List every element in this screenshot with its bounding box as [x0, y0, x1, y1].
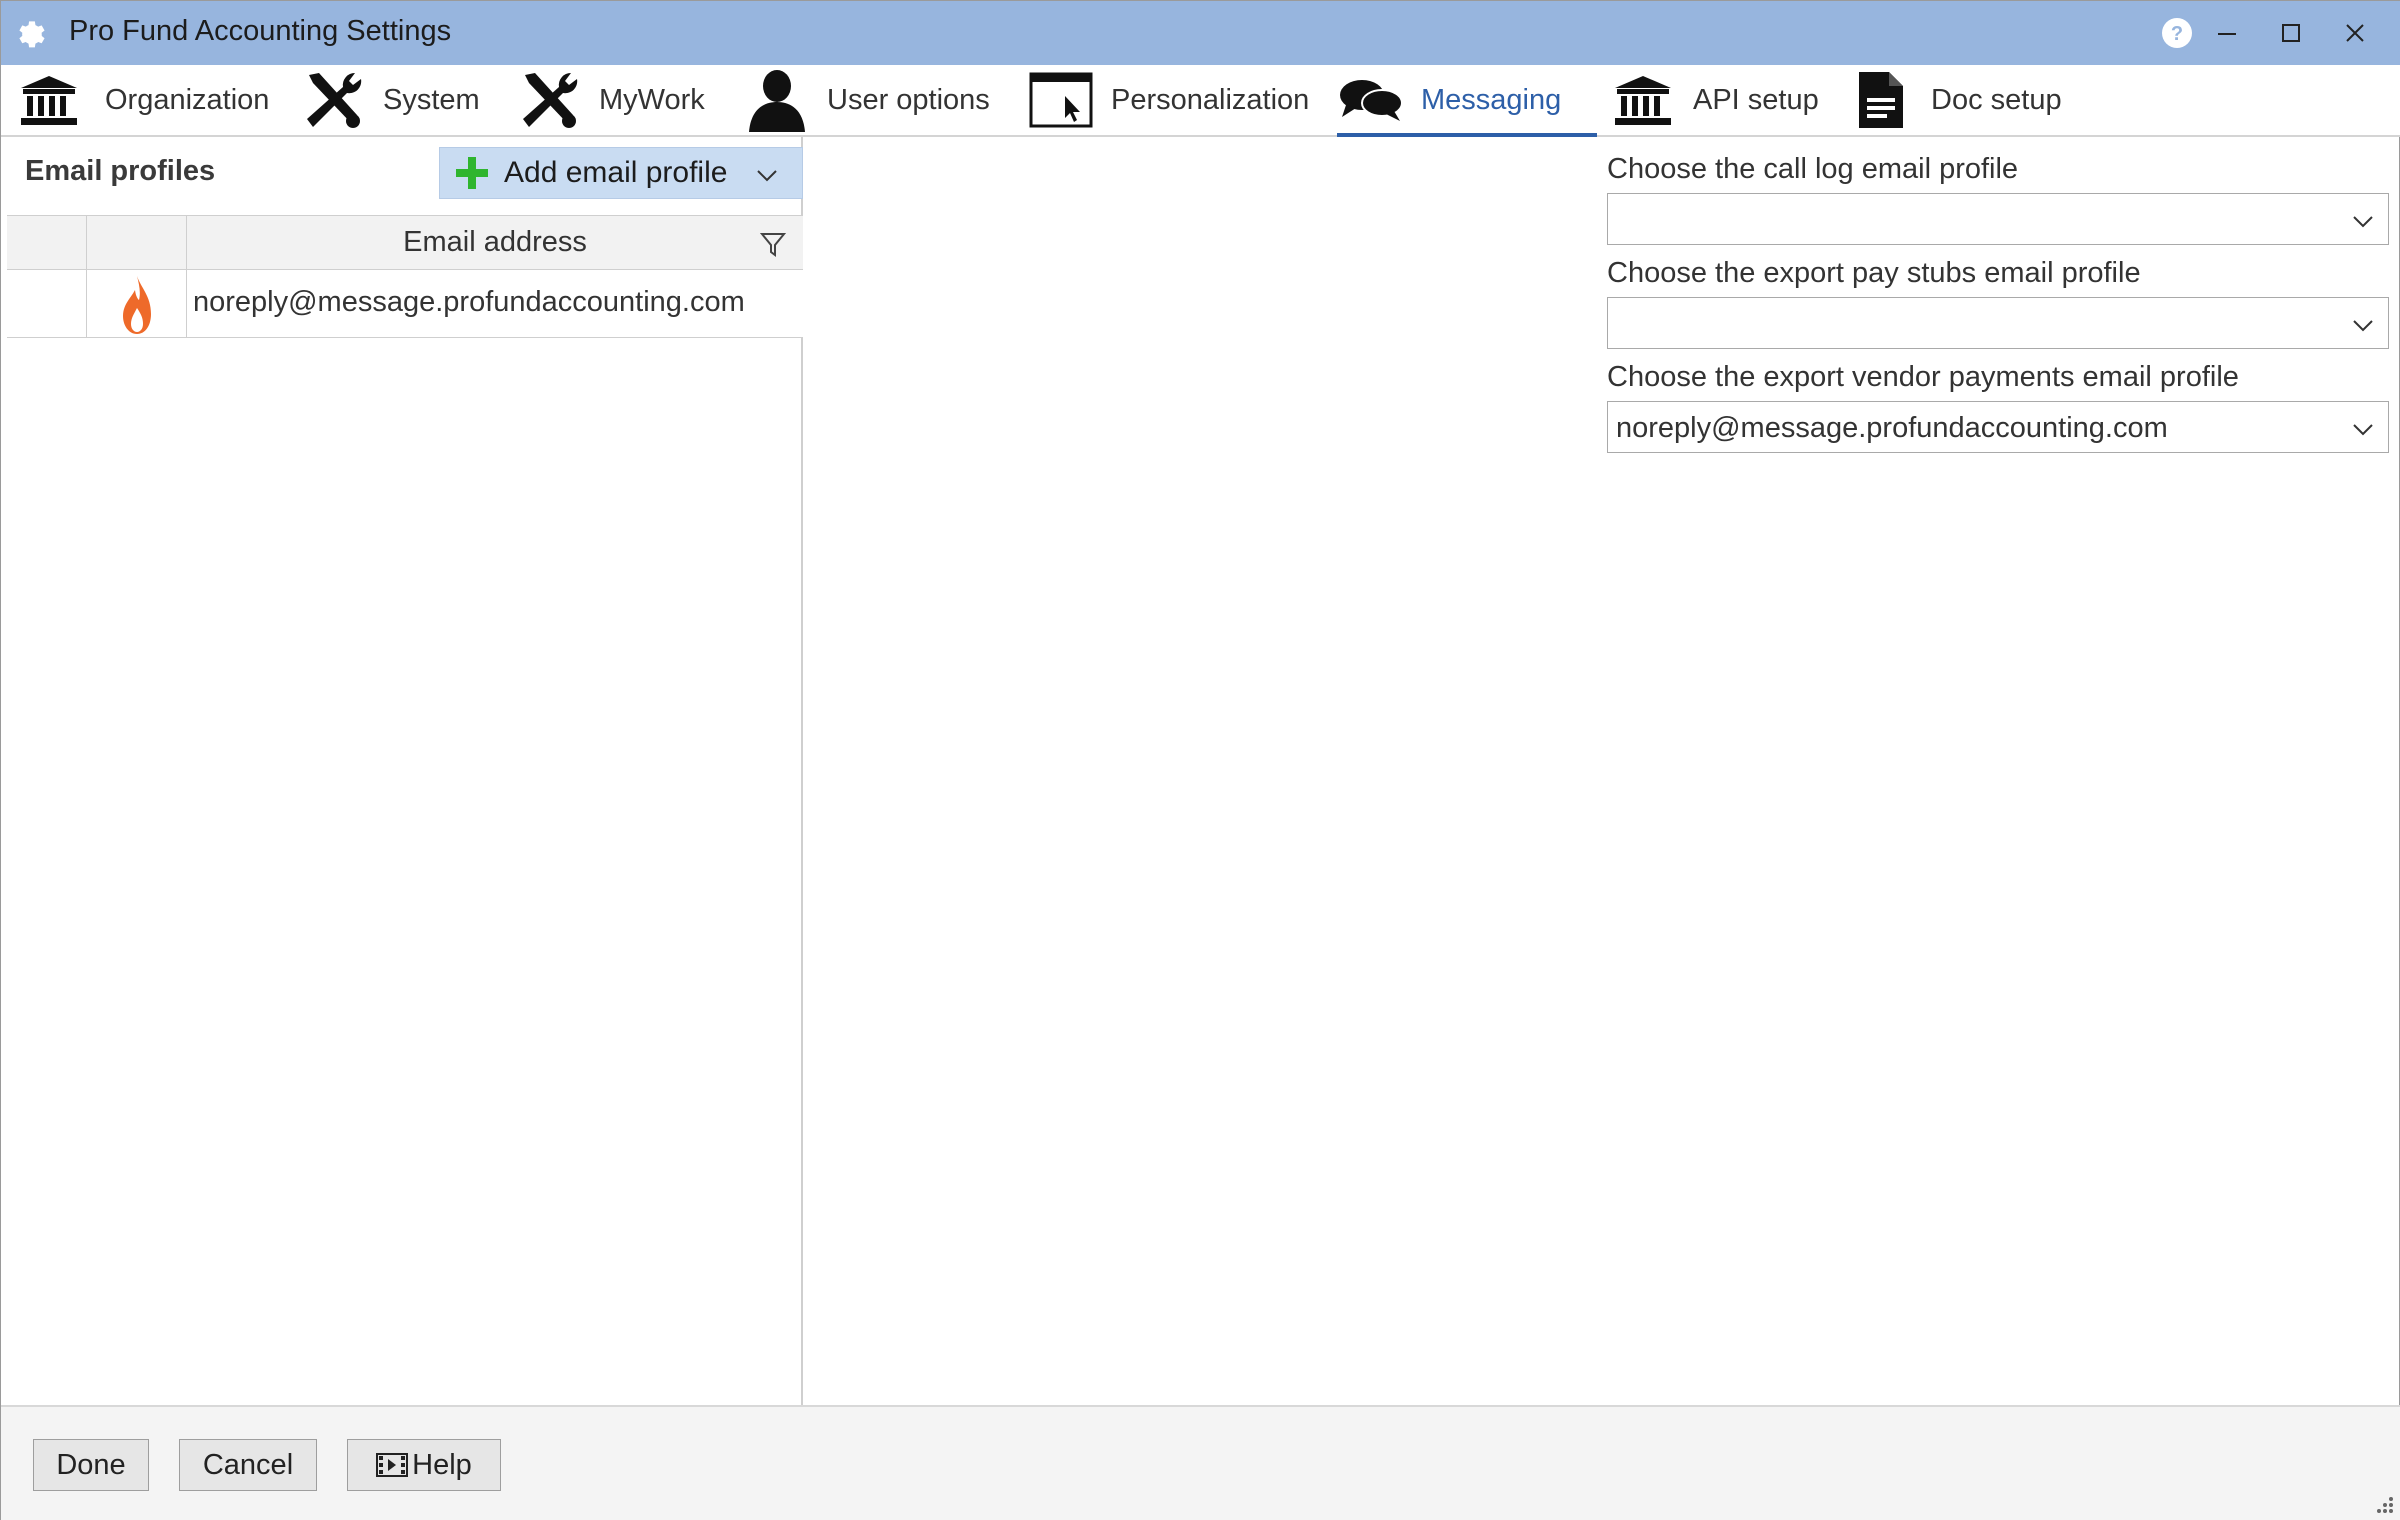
chevron-down-icon — [2353, 320, 2373, 332]
email-profiles-table: Email address noreply@message.profundacc… — [7, 215, 803, 338]
tab-personalization[interactable]: Personalization — [1027, 65, 1309, 135]
tab-mywork[interactable]: MyWork — [515, 65, 705, 135]
chat-bubbles-icon — [1337, 68, 1405, 132]
tab-label: Messaging — [1421, 83, 1562, 116]
column-header-icon[interactable] — [87, 216, 187, 269]
add-email-profile-label: Add email profile — [504, 156, 728, 189]
tab-api-setup[interactable]: API setup — [1609, 65, 1819, 135]
add-email-profile-button[interactable]: Add email profile — [439, 147, 803, 199]
column-header-email[interactable]: Email address — [187, 216, 803, 269]
table-row[interactable]: noreply@message.profundaccounting.com — [7, 270, 803, 338]
help-label: Help — [412, 1448, 472, 1481]
vendor-payments-select[interactable]: noreply@message.profundaccounting.com — [1607, 401, 2389, 453]
chevron-down-icon — [2353, 216, 2373, 228]
maximize-icon[interactable] — [2271, 13, 2311, 53]
bank-icon — [15, 68, 83, 132]
help-icon[interactable]: ? — [2157, 13, 2197, 53]
flame-icon — [123, 276, 151, 334]
document-icon — [1847, 68, 1915, 132]
tab-system[interactable]: System — [299, 65, 480, 135]
plus-icon — [456, 157, 488, 189]
tab-organization[interactable]: Organization — [15, 65, 269, 135]
video-help-icon — [376, 1453, 409, 1477]
email-address-cell: noreply@message.profundaccounting.com — [193, 286, 745, 318]
pay-stubs-label: Choose the export pay stubs email profil… — [1607, 257, 2141, 289]
help-button[interactable]: Help — [347, 1439, 501, 1491]
chevron-down-icon[interactable] — [754, 162, 780, 188]
tab-label: MyWork — [599, 83, 705, 116]
settings-window: Pro Fund Accounting Settings ? Organizat… — [0, 0, 2400, 1520]
vendor-payments-label: Choose the export vendor payments email … — [1607, 361, 2239, 393]
tools-icon — [299, 68, 367, 132]
pay-stubs-select[interactable] — [1607, 297, 2389, 349]
call-log-label: Choose the call log email profile — [1607, 153, 2019, 185]
table-header: Email address — [7, 216, 803, 270]
cancel-label: Cancel — [202, 1448, 294, 1481]
settings-tabs: Organization System MyWork User options … — [1, 65, 2400, 137]
tab-label: API setup — [1693, 83, 1819, 116]
tools-icon — [515, 68, 583, 132]
email-profiles-panel: Email profiles Add email profile Email a… — [7, 137, 803, 1405]
column-header-email-label: Email address — [403, 226, 587, 258]
cancel-button[interactable]: Cancel — [179, 1439, 317, 1491]
vendor-payments-value: noreply@message.profundaccounting.com — [1616, 412, 2168, 444]
done-button[interactable]: Done — [33, 1439, 149, 1491]
done-label: Done — [56, 1448, 126, 1481]
row-selector[interactable] — [7, 270, 87, 337]
close-icon[interactable] — [2335, 13, 2375, 53]
row-icon-cell — [87, 270, 187, 337]
dialog-footer: Done Cancel Help — [1, 1405, 2400, 1520]
tab-user-options[interactable]: User options — [743, 65, 990, 135]
resize-grip-icon[interactable] — [2373, 1493, 2395, 1515]
tab-doc-setup[interactable]: Doc setup — [1847, 65, 2062, 135]
tab-label: System — [383, 83, 480, 116]
tab-label: Personalization — [1111, 83, 1310, 116]
tab-messaging[interactable]: Messaging — [1337, 65, 1597, 137]
tab-label: Organization — [105, 83, 270, 116]
window-title: Pro Fund Accounting Settings — [69, 15, 452, 47]
user-icon — [743, 68, 811, 132]
window-cursor-icon — [1027, 68, 1095, 132]
email-profiles-title: Email profiles — [25, 155, 216, 187]
call-log-select[interactable] — [1607, 193, 2389, 245]
minimize-icon[interactable] — [2207, 13, 2247, 53]
tab-label: User options — [827, 83, 990, 116]
gear-icon — [19, 21, 45, 48]
svg-text:?: ? — [2171, 23, 2183, 45]
tab-label: Doc setup — [1931, 83, 2062, 116]
filter-icon[interactable] — [759, 230, 787, 258]
bank-icon — [1609, 68, 1677, 132]
column-header-select[interactable] — [7, 216, 87, 269]
title-bar: Pro Fund Accounting Settings ? — [1, 1, 2400, 65]
chevron-down-icon — [2353, 424, 2373, 436]
